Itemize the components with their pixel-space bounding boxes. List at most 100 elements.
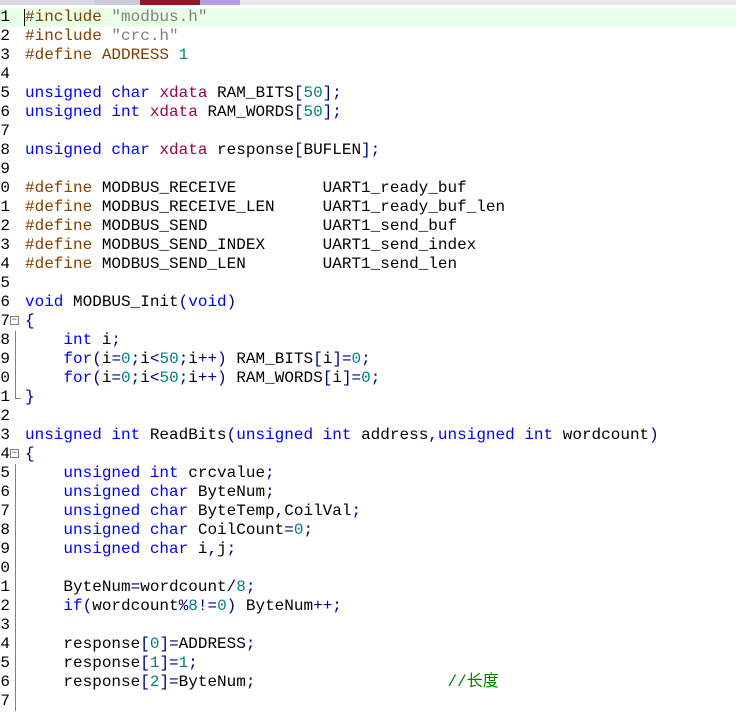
code-line[interactable]: 8 unsigned char xdata response[BUFLEN]; bbox=[0, 141, 736, 160]
code-line[interactable]: 1} bbox=[0, 388, 736, 407]
code-text[interactable]: #include "crc.h" bbox=[25, 27, 179, 46]
line-number: 4 bbox=[0, 445, 10, 463]
code-line[interactable]: 3 unsigned int ReadBits(unsigned int addr… bbox=[0, 426, 736, 445]
code-line[interactable]: 6 unsigned char ByteNum; bbox=[0, 483, 736, 502]
code-token: } bbox=[25, 388, 35, 406]
code-token: ; bbox=[303, 521, 314, 539]
code-text[interactable]: } bbox=[25, 388, 35, 407]
code-text[interactable]: response[1]=1; bbox=[25, 654, 197, 673]
code-token: wordcount bbox=[562, 426, 650, 444]
code-token: i bbox=[101, 331, 112, 349]
code-text[interactable]: response[0]=ADDRESS; bbox=[25, 635, 255, 654]
code-text[interactable]: #include "modbus.h" bbox=[25, 8, 207, 27]
code-text[interactable]: { bbox=[25, 445, 35, 464]
code-text[interactable]: if(wordcount%8!=0) ByteNum++; bbox=[25, 597, 342, 616]
code-token: ; bbox=[130, 350, 141, 368]
code-line[interactable]: 7−{ bbox=[0, 312, 736, 331]
line-number: 8 bbox=[0, 141, 10, 159]
code-text[interactable]: unsigned char xdata RAM_BITS[50]; bbox=[25, 84, 342, 103]
code-line[interactable]: 9 unsigned char i,j; bbox=[0, 540, 736, 559]
code-token: = bbox=[284, 521, 294, 539]
code-token: ++) bbox=[197, 369, 237, 387]
code-text[interactable]: int i; bbox=[25, 331, 121, 350]
fold-toggle-icon[interactable]: − bbox=[10, 312, 22, 331]
code-text[interactable]: void MODBUS_Init(void) bbox=[25, 293, 236, 312]
code-token: = bbox=[111, 350, 122, 368]
code-token: MODBUS_Init bbox=[73, 293, 179, 311]
code-line[interactable]: 7 unsigned char ByteTemp,CoilVal; bbox=[0, 502, 736, 521]
code-line[interactable]: 4 response[0]=ADDRESS; bbox=[0, 635, 736, 654]
tab-strip[interactable] bbox=[0, 0, 736, 5]
code-line[interactable]: 6 unsigned int xdata RAM_WORDS[50]; bbox=[0, 103, 736, 122]
code-text[interactable]: #define MODBUS_RECEIVE_LEN UART1_ready_b… bbox=[25, 198, 505, 217]
line-number: 7 bbox=[0, 122, 10, 140]
line-number: 0 bbox=[0, 369, 10, 387]
code-line[interactable]: 5 response[1]=1; bbox=[0, 654, 736, 673]
code-text[interactable]: unsigned int ReadBits(unsigned int addre… bbox=[25, 426, 659, 445]
code-line[interactable]: 4−{ bbox=[0, 445, 736, 464]
code-token: void bbox=[25, 293, 74, 311]
code-token: [ bbox=[140, 673, 150, 691]
code-token: 0 bbox=[217, 597, 227, 615]
code-text[interactable]: unsigned char CoilCount=0; bbox=[25, 521, 313, 540]
code-text[interactable]: unsigned char ByteTemp,CoilVal; bbox=[25, 502, 361, 521]
code-token: 50 bbox=[303, 103, 323, 121]
code-token: { bbox=[25, 445, 35, 463]
code-token: int bbox=[63, 331, 102, 349]
code-line[interactable]: 5 unsigned char xdata RAM_BITS[50]; bbox=[0, 84, 736, 103]
code-line[interactable]: 8 int i; bbox=[0, 331, 736, 350]
code-line[interactable]: 4 #define MODBUS_SEND_LEN UART1_send_len bbox=[0, 255, 736, 274]
code-text[interactable]: { bbox=[25, 312, 35, 331]
code-line[interactable]: 6 response[2]=ByteNum; //长度 bbox=[0, 673, 736, 692]
line-number: 6 bbox=[0, 103, 10, 121]
tab-4[interactable] bbox=[200, 0, 240, 5]
tab-active[interactable] bbox=[140, 0, 200, 5]
code-line[interactable]: 8 unsigned char CoilCount=0; bbox=[0, 521, 736, 540]
code-line[interactable]: 1 ByteNum=wordcount/8; bbox=[0, 578, 736, 597]
collapse-icon[interactable]: − bbox=[10, 449, 19, 458]
code-text[interactable]: #define MODBUS_SEND UART1_send_buf bbox=[25, 217, 457, 236]
code-line[interactable]: 2 #define MODBUS_SEND UART1_send_buf bbox=[0, 217, 736, 236]
code-line[interactable]: 5 bbox=[0, 274, 736, 293]
code-editor[interactable]: 1 #include "modbus.h" 2 #include "crc.h" 3 #d… bbox=[0, 8, 736, 711]
code-line[interactable]: 2 bbox=[0, 407, 736, 426]
code-token: #define bbox=[25, 255, 102, 273]
code-text[interactable]: unsigned char ByteNum; bbox=[25, 483, 274, 502]
code-text[interactable]: response[2]=ByteNum; //长度 bbox=[25, 673, 498, 692]
code-text[interactable]: for(i=0;i<50;i++) RAM_BITS[i]=0; bbox=[25, 350, 370, 369]
code-text[interactable]: #define ADDRESS 1 bbox=[25, 46, 188, 65]
code-token: wordcount bbox=[92, 597, 179, 615]
code-line[interactable]: 2 #include "crc.h" bbox=[0, 27, 736, 46]
code-text[interactable]: unsigned int xdata RAM_WORDS[50]; bbox=[25, 103, 342, 122]
code-text[interactable]: unsigned char i,j; bbox=[25, 540, 236, 559]
code-line[interactable]: 5 unsigned int crcvalue; bbox=[0, 464, 736, 483]
code-line[interactable]: 3 #define MODBUS_SEND_INDEX UART1_send_in… bbox=[0, 236, 736, 255]
code-line[interactable]: 7 bbox=[0, 692, 736, 711]
fold-toggle-icon[interactable]: − bbox=[10, 445, 22, 464]
collapse-icon[interactable]: − bbox=[10, 316, 19, 325]
code-text[interactable]: unsigned char xdata response[BUFLEN]; bbox=[25, 141, 380, 160]
code-line[interactable]: 1 #include "modbus.h" bbox=[0, 8, 736, 27]
code-text[interactable]: ByteNum=wordcount/8; bbox=[25, 578, 255, 597]
code-token: response bbox=[25, 635, 141, 653]
code-line[interactable]: 3 bbox=[0, 616, 736, 635]
code-line[interactable]: 3 #define ADDRESS 1 bbox=[0, 46, 736, 65]
code-token: char bbox=[149, 502, 198, 520]
code-line[interactable]: 2 if(wordcount%8!=0) ByteNum++; bbox=[0, 597, 736, 616]
code-line[interactable]: 4 bbox=[0, 65, 736, 84]
code-text[interactable]: for(i=0;i<50;i++) RAM_WORDS[i]=0; bbox=[25, 369, 380, 388]
code-text[interactable]: #define MODBUS_RECEIVE UART1_ready_buf bbox=[25, 179, 467, 198]
code-line[interactable]: 9 for(i=0;i<50;i++) RAM_BITS[i]=0; bbox=[0, 350, 736, 369]
fold-guide bbox=[10, 350, 22, 369]
tab-2[interactable] bbox=[95, 0, 140, 5]
code-line[interactable]: 0 #define MODBUS_RECEIVE UART1_ready_buf bbox=[0, 179, 736, 198]
code-line[interactable]: 6 void MODBUS_Init(void) bbox=[0, 293, 736, 312]
code-line[interactable]: 9 bbox=[0, 160, 736, 179]
code-text[interactable]: #define MODBUS_SEND_INDEX UART1_send_ind… bbox=[25, 236, 476, 255]
code-line[interactable]: 7 bbox=[0, 122, 736, 141]
code-text[interactable]: unsigned int crcvalue; bbox=[25, 464, 274, 483]
code-text[interactable]: #define MODBUS_SEND_LEN UART1_send_len bbox=[25, 255, 457, 274]
code-line[interactable]: 0 bbox=[0, 559, 736, 578]
code-line[interactable]: 1 #define MODBUS_RECEIVE_LEN UART1_ready_… bbox=[0, 198, 736, 217]
code-line[interactable]: 0 for(i=0;i<50;i++) RAM_WORDS[i]=0; bbox=[0, 369, 736, 388]
